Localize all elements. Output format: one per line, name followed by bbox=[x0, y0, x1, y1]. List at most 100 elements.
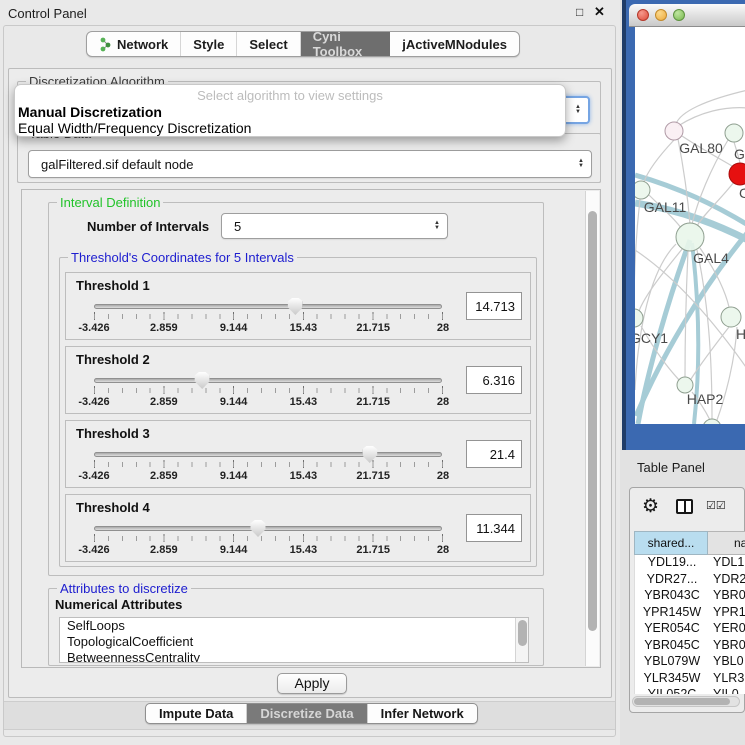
bottom-tabbar: Impute Data Discretize Data Infer Networ… bbox=[145, 703, 478, 724]
column-header-name[interactable]: name bbox=[708, 531, 745, 555]
node-h[interactable] bbox=[721, 307, 741, 327]
thresholds-coordinates-label: Threshold's Coordinates for 5 Intervals bbox=[68, 250, 297, 265]
algorithm-hint-text: Select algorithm to view settings bbox=[15, 88, 565, 103]
node-label: GAL11 bbox=[644, 199, 687, 215]
menu-item-equal-width-frequency[interactable]: Equal Width/Frequency Discretization bbox=[18, 120, 251, 136]
node-gal4[interactable] bbox=[676, 223, 704, 251]
table-panel: ⚙ ☑☑ shared... name YDL19...YDL1 YDR27..… bbox=[629, 487, 745, 713]
tab-impute-data-label: Impute Data bbox=[159, 706, 233, 721]
attributes-to-discretize-label: Attributes to discretize bbox=[57, 581, 191, 596]
control-panel: Control Panel □ ✕ Network Style Select C bbox=[0, 0, 620, 745]
tab-jactivemnodules[interactable]: jActiveMNodules bbox=[390, 32, 519, 56]
node[interactable] bbox=[725, 124, 743, 142]
network-graph: GAL80 GA C GAL11 GAL4 GCY1 H HAP2 bbox=[635, 27, 745, 424]
list-item[interactable]: SelfLoops bbox=[60, 618, 528, 634]
slider-track[interactable] bbox=[94, 526, 442, 531]
table-row[interactable]: YBR043CYBR0 bbox=[635, 588, 745, 605]
tab-network[interactable]: Network bbox=[87, 32, 181, 56]
threshold-2-value-field[interactable] bbox=[466, 366, 522, 394]
node-table: shared... name YDL19...YDL1 YDR27...YDR2… bbox=[634, 531, 745, 694]
panel-title: Control Panel bbox=[8, 6, 87, 21]
threshold-3-value-field[interactable] bbox=[466, 440, 522, 468]
threshold-2-label: Threshold 2 bbox=[76, 352, 150, 367]
settings-vertical-scrollbar[interactable] bbox=[585, 191, 599, 666]
close-panel-icon[interactable]: ✕ bbox=[594, 4, 605, 20]
table-row[interactable]: YBL079WYBL0 bbox=[635, 654, 745, 671]
slider-track[interactable] bbox=[94, 378, 442, 383]
threshold-1-value-field[interactable] bbox=[466, 292, 522, 320]
table-header-row: shared... name bbox=[634, 531, 745, 555]
threshold-4-slider[interactable]: -3.426 2.859 9.144 21.715 15.43 28 bbox=[94, 519, 443, 561]
network-window-titlebar[interactable] bbox=[629, 4, 745, 27]
table-row[interactable]: YIL052CYIL0 bbox=[635, 687, 745, 694]
list-vertical-scrollbar[interactable] bbox=[515, 618, 528, 662]
node-label: GCY1 bbox=[635, 330, 668, 346]
menu-item-manual-discretization[interactable]: Manual Discretization bbox=[18, 104, 162, 120]
number-of-intervals-value: 5 bbox=[234, 219, 241, 234]
tab-impute-data[interactable]: Impute Data bbox=[146, 704, 247, 723]
tab-discretize-data[interactable]: Discretize Data bbox=[247, 704, 367, 723]
node-gal80[interactable] bbox=[665, 122, 683, 140]
table-row[interactable]: YLR345WYLR3 bbox=[635, 671, 745, 688]
zoom-traffic-light-icon[interactable] bbox=[673, 9, 685, 21]
table-data-combobox[interactable]: galFiltered.sif default node ▲▼ bbox=[28, 150, 592, 178]
numerical-attributes-list[interactable]: SelfLoops TopologicalCoefficient Between… bbox=[59, 617, 529, 663]
thresholds-coordinates-group: Threshold's Coordinates for 5 Intervals … bbox=[59, 257, 537, 567]
slider-track[interactable] bbox=[94, 452, 442, 457]
interval-definition-label: Interval Definition bbox=[57, 195, 163, 210]
node-label: GAL4 bbox=[693, 250, 729, 266]
scrollbar-thumb[interactable] bbox=[518, 620, 527, 646]
threshold-1-slider[interactable]: -3.426 2.859 9.144 15.43 21.715 28 bbox=[94, 297, 443, 339]
column-header-shared-name[interactable]: shared... bbox=[634, 531, 708, 555]
tab-jactivemnodules-label: jActiveMNodules bbox=[402, 37, 507, 52]
split-columns-icon[interactable] bbox=[676, 499, 693, 514]
interval-definition-group: Interval Definition Number of Intervals … bbox=[48, 202, 544, 576]
number-of-intervals-label: Number of Intervals bbox=[87, 219, 209, 234]
table-body[interactable]: YDL19...YDL1 YDR27...YDR2 YBR043CYBR0 YP… bbox=[634, 555, 745, 694]
minimize-traffic-light-icon[interactable] bbox=[655, 9, 667, 21]
list-item[interactable]: TopologicalCoefficient bbox=[60, 634, 528, 650]
attributes-to-discretize-group: Attributes to discretize Numerical Attri… bbox=[48, 588, 544, 666]
table-row[interactable]: YER054CYER0 bbox=[635, 621, 745, 638]
network-view-window: GAL80 GA C GAL11 GAL4 GCY1 H HAP2 bbox=[622, 0, 745, 450]
node[interactable] bbox=[703, 419, 721, 424]
number-of-intervals-combobox[interactable]: 5 ▲▼ bbox=[221, 213, 448, 239]
table-panel-toolbar: ⚙ ☑☑ bbox=[630, 488, 744, 528]
select-columns-checkboxes-icon[interactable]: ☑☑ bbox=[706, 499, 726, 512]
tab-network-label: Network bbox=[117, 37, 168, 52]
slider-minor-ticks bbox=[94, 536, 443, 541]
table-data-value: galFiltered.sif default node bbox=[41, 157, 193, 172]
scrollbar-thumb[interactable] bbox=[634, 698, 730, 705]
float-window-icon[interactable]: □ bbox=[576, 5, 583, 19]
combobox-stepper-icon[interactable]: ▲▼ bbox=[434, 214, 440, 238]
table-row[interactable]: YBR045CYBR0 bbox=[635, 638, 745, 655]
scrollbar-thumb[interactable] bbox=[588, 211, 597, 631]
threshold-4-value-field[interactable] bbox=[466, 514, 522, 542]
tab-discretize-data-label: Discretize Data bbox=[260, 706, 353, 721]
node-label: GA bbox=[734, 146, 745, 162]
node-gal11[interactable] bbox=[635, 181, 650, 199]
table-row[interactable]: YDR27...YDR2 bbox=[635, 572, 745, 589]
tab-cyni-toolbox[interactable]: Cyni Toolbox bbox=[301, 32, 391, 56]
table-row[interactable]: YPR145WYPR1 bbox=[635, 605, 745, 622]
table-horizontal-scrollbar[interactable] bbox=[632, 696, 740, 707]
tab-style-label: Style bbox=[193, 37, 224, 52]
threshold-3-slider[interactable]: -3.426 2.859 9.144 15.43 21.715 28 bbox=[94, 445, 443, 487]
slider-tick-labels: -3.426 2.859 9.144 15.43 21.715 28 bbox=[94, 470, 443, 483]
apply-button[interactable]: Apply bbox=[277, 673, 347, 694]
combobox-stepper-icon[interactable]: ▲▼ bbox=[578, 151, 584, 177]
slider-track[interactable] bbox=[94, 304, 442, 309]
network-canvas[interactable]: GAL80 GA C GAL11 GAL4 GCY1 H HAP2 bbox=[635, 27, 745, 424]
tab-style[interactable]: Style bbox=[181, 32, 237, 56]
table-row[interactable]: YDL19...YDL1 bbox=[635, 555, 745, 572]
tab-infer-network[interactable]: Infer Network bbox=[368, 704, 477, 723]
algorithm-dropdown-popup: Select algorithm to view settings Manual… bbox=[14, 84, 566, 137]
list-item[interactable]: BetweennessCentrality bbox=[60, 650, 528, 663]
combobox-stepper-icon[interactable]: ▲▼ bbox=[575, 98, 581, 122]
node-gcy1[interactable] bbox=[635, 309, 643, 327]
close-traffic-light-icon[interactable] bbox=[637, 9, 649, 21]
tab-select[interactable]: Select bbox=[237, 32, 300, 56]
node-label: C bbox=[739, 185, 745, 201]
gear-icon[interactable]: ⚙ bbox=[642, 495, 659, 518]
threshold-2-slider[interactable]: -3.426 2.859 9.144 15.43 21.715 28 bbox=[94, 371, 443, 413]
